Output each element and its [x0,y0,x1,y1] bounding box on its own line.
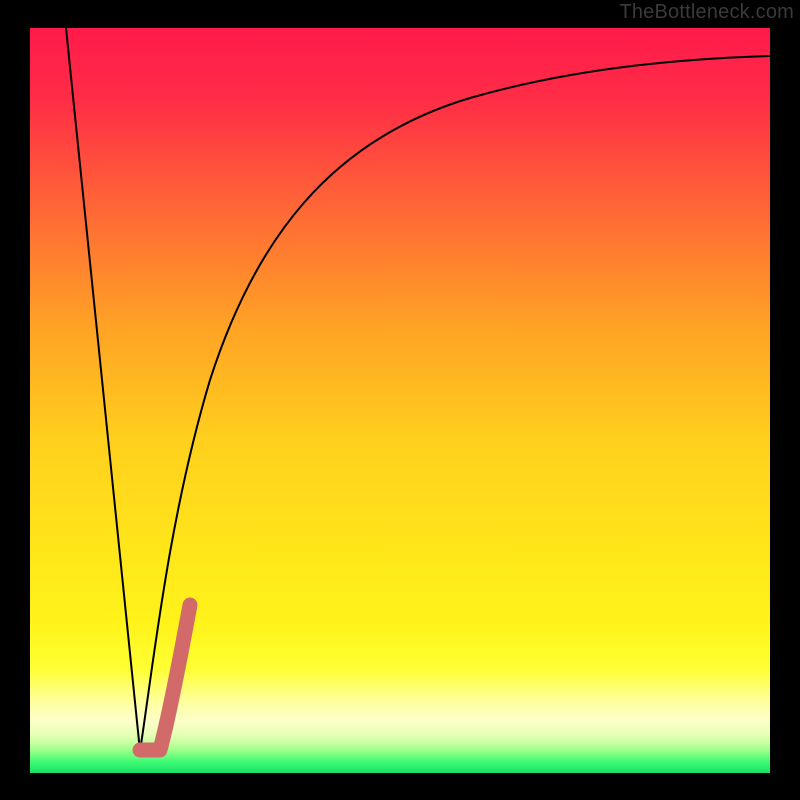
chart-container: TheBottleneck.com [0,0,800,800]
chart-svg [0,0,800,800]
watermark-text: TheBottleneck.com [619,1,794,24]
plot-area [30,28,770,773]
